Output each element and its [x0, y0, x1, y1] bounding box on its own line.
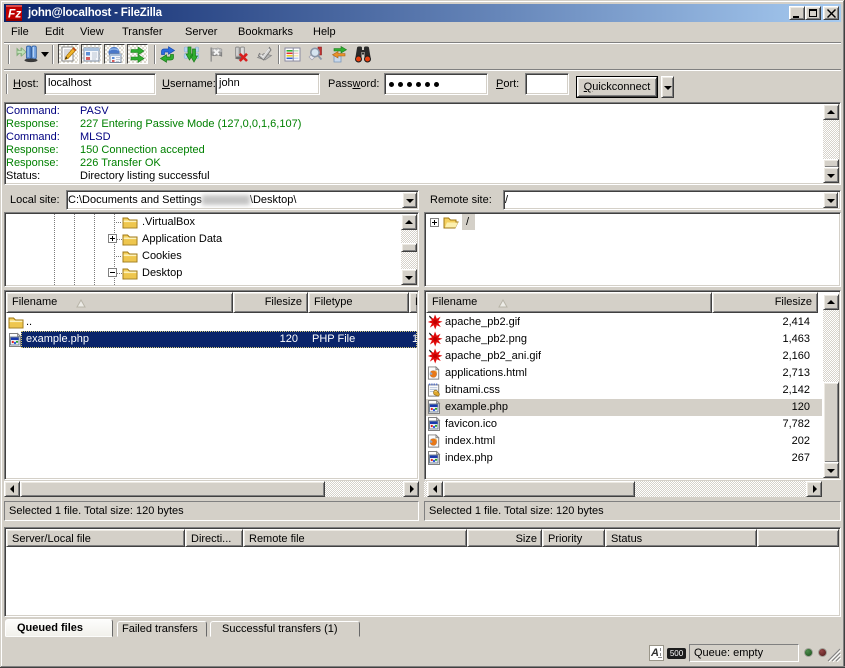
svg-text:Fz: Fz	[8, 7, 21, 21]
